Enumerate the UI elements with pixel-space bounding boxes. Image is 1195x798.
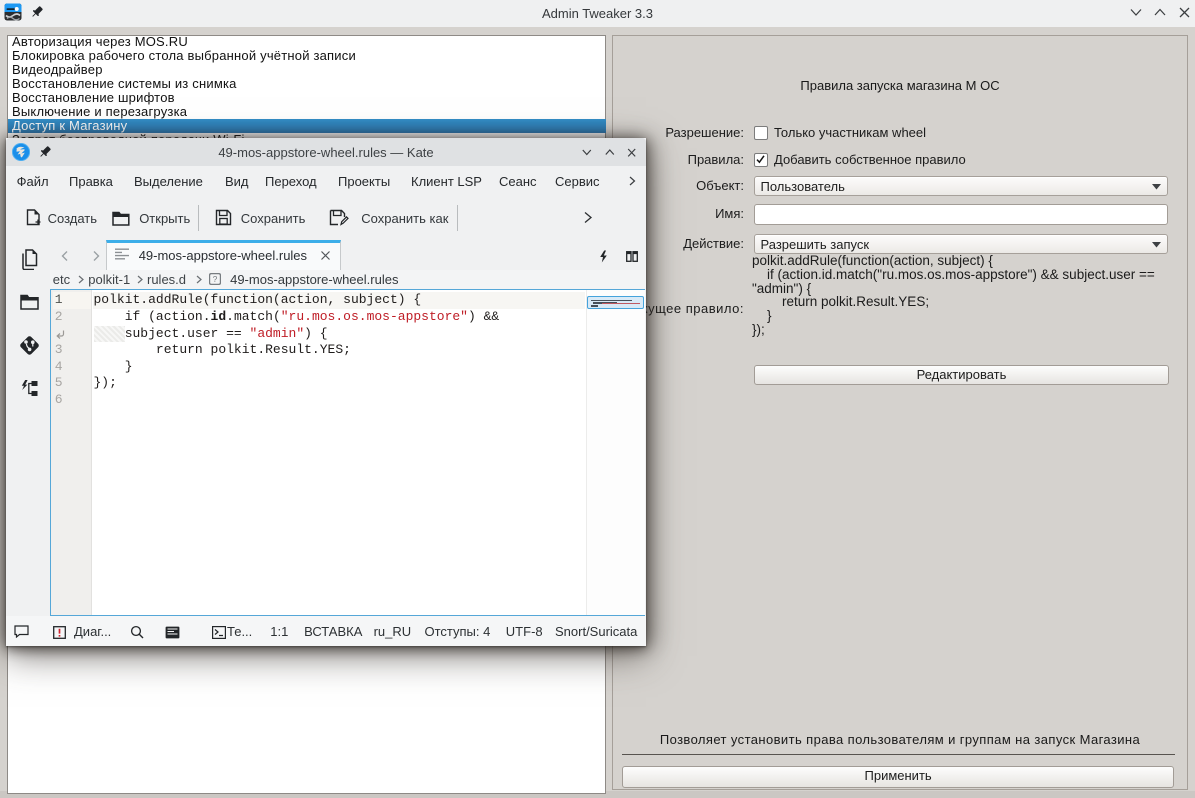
svg-text:?: ? [212,274,217,284]
